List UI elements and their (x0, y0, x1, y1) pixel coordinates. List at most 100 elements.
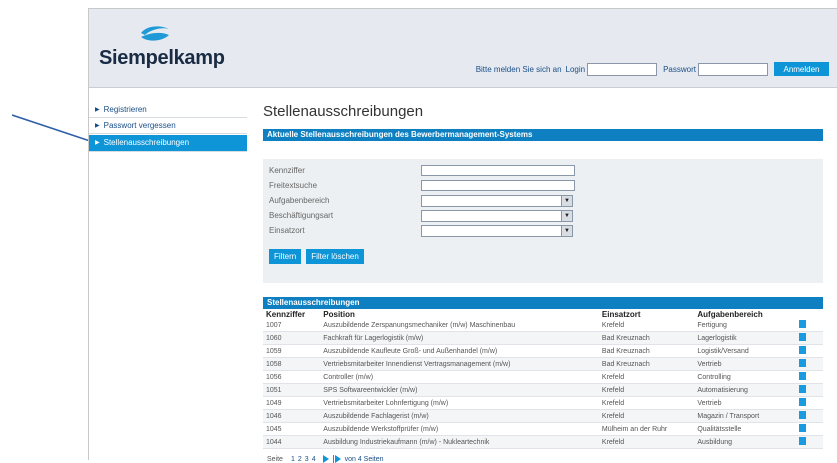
login-form: Bitte melden Sie sich an Login Passwort … (476, 61, 829, 77)
table-cell (795, 422, 823, 436)
table-cell: Controller (m/w) (320, 370, 599, 384)
page-link[interactable]: 1 (291, 456, 295, 463)
page-title: Stellenausschreibungen (263, 103, 424, 120)
table-cell: 1060 (263, 331, 321, 345)
table-cell (795, 319, 823, 332)
next-page-icon[interactable] (322, 455, 329, 463)
pagination: Seite 1 2 3 4 von 4 Seiten (263, 455, 823, 463)
table-cell: Krefeld (598, 409, 695, 423)
table-cell: Ausbildung (694, 435, 796, 449)
column-header[interactable]: Einsatzort (599, 309, 694, 319)
table-row[interactable]: 1049 Vertriebsmitarbeiter Lohnfertigung (… (263, 396, 823, 410)
document-icon[interactable] (798, 333, 806, 341)
results-table: Kennziffer Position Einsatzort Aufgabenb… (263, 309, 823, 449)
table-row[interactable]: 1007 Auszubildende Zerspanungsmechaniker … (263, 319, 823, 332)
table-row[interactable]: 1046 Auszubildende Fachlagerist (m/w) Kref… (263, 409, 823, 423)
clear-filter-button[interactable]: Filter löschen (306, 249, 364, 264)
column-header[interactable]: Aufgabenbereich (694, 309, 795, 319)
brand-name: Siempelkamp (99, 47, 225, 69)
table-cell (795, 357, 823, 371)
beschaeftigungsart-select[interactable]: ▼ (421, 209, 573, 222)
login-label: Login (565, 64, 586, 74)
filter-panel: Kennziffer Freitextsuche Aufgabenbereich… (263, 159, 823, 283)
table-cell: 1051 (263, 383, 321, 397)
chevron-down-icon[interactable]: ▼ (561, 225, 572, 236)
brand-logo[interactable]: Siempelkamp (99, 23, 225, 75)
table-cell (795, 396, 823, 410)
document-icon[interactable] (798, 437, 806, 445)
table-cell (795, 383, 823, 397)
document-icon[interactable] (798, 346, 806, 354)
password-input[interactable] (698, 62, 768, 76)
sidebar-item-passwort-vergessen[interactable]: ▶ Passwort vergessen (89, 119, 247, 134)
filter-button[interactable]: Filtern (269, 249, 302, 264)
sidebar-item-label: Stellenausschreibungen (103, 138, 190, 147)
table-row[interactable]: 1059 Auszubildende Kaufleute Groß- und Au… (263, 344, 823, 358)
table-row[interactable]: 1060 Fachkraft für Lagerlogistik (m/w) Bad… (263, 331, 823, 345)
filter-label: Aufgabenbereich (269, 196, 330, 205)
table-cell: 1058 (263, 357, 321, 371)
table-cell: Controlling (694, 370, 796, 384)
table-cell (795, 409, 823, 423)
table-cell (795, 435, 823, 449)
table-cell: Krefeld (598, 396, 695, 410)
table-cell: 1044 (263, 435, 321, 449)
login-prompt: Bitte melden Sie sich an (475, 64, 562, 74)
table-cell: Auszubildende Zerspanungsmechaniker (m/w… (320, 319, 599, 332)
column-header[interactable]: Kennziffer (263, 309, 320, 319)
table-row[interactable]: 1044 Ausbildung Industriekaufmann (m/w) -… (263, 435, 823, 449)
triangle-right-icon: ▶ (95, 123, 100, 129)
login-button[interactable]: Anmelden (774, 62, 829, 76)
sidebar-item-stellenausschreibungen[interactable]: ▶ Stellenausschreibungen (89, 135, 247, 152)
einsatzort-select[interactable]: ▼ (421, 224, 573, 237)
header: Siempelkamp Bitte melden Sie sich an Log… (89, 9, 837, 88)
filter-label: Einsatzort (269, 226, 305, 235)
column-header[interactable]: Position (320, 309, 599, 319)
document-icon[interactable] (798, 320, 806, 328)
table-cell: Krefeld (598, 383, 695, 397)
table-cell: Krefeld (598, 435, 695, 449)
table-cell: 1045 (263, 422, 321, 436)
table-row[interactable]: 1056 Controller (m/w) Krefeld Controlling (263, 370, 823, 384)
table-cell: Vertrieb (694, 357, 796, 371)
sidebar: ▶ Registrieren ▶ Passwort vergessen ▶ St… (89, 103, 247, 153)
table-cell: Mülheim an der Ruhr (598, 422, 695, 436)
chevron-down-icon[interactable]: ▼ (561, 210, 572, 221)
brand-logo-icon (141, 26, 169, 41)
document-icon[interactable] (798, 398, 806, 406)
freitext-input[interactable] (421, 180, 575, 191)
document-icon[interactable] (798, 411, 806, 419)
triangle-right-icon: ▶ (95, 107, 100, 113)
filter-label: Beschäftigungsart (269, 211, 334, 220)
filter-row-beschaeftigungsart: Beschäftigungsart ▼ (263, 208, 823, 223)
table-cell: SPS Softwareentwickler (m/w) (320, 383, 599, 397)
table-cell: Fachkraft für Lagerlogistik (m/w) (320, 331, 599, 345)
table-row[interactable]: 1051 SPS Softwareentwickler (m/w) Krefeld A… (263, 383, 823, 397)
aufgabenbereich-select[interactable]: ▼ (421, 194, 573, 207)
filter-row-aufgabenbereich: Aufgabenbereich ▼ (263, 193, 823, 208)
document-icon[interactable] (798, 359, 806, 367)
last-page-icon[interactable] (332, 455, 341, 463)
table-row[interactable]: 1058 Vertriebsmitarbeiter Innendienst Ver… (263, 357, 823, 371)
document-icon[interactable] (798, 424, 806, 432)
table-cell: 1059 (263, 344, 321, 358)
chevron-down-icon[interactable]: ▼ (561, 195, 572, 206)
login-input[interactable] (587, 62, 658, 76)
table-cell: 1056 (263, 370, 321, 384)
page-link[interactable]: 2 (298, 456, 302, 463)
sidebar-item-registrieren[interactable]: ▶ Registrieren (89, 103, 247, 118)
page-link[interactable]: 4 (312, 456, 316, 463)
main-content: Stellenausschreibungen Aktuelle Stellena… (263, 103, 823, 463)
sidebar-item-label: Registrieren (103, 105, 147, 114)
table-cell: Bad Kreuznach (598, 331, 695, 345)
document-icon[interactable] (798, 385, 806, 393)
triangle-right-icon: ▶ (95, 140, 100, 146)
table-cell: Auszubildende Kaufleute Groß- und Außenh… (320, 344, 599, 358)
table-header-row: Kennziffer Position Einsatzort Aufgabenb… (263, 309, 823, 319)
kennziffer-input[interactable] (421, 165, 575, 176)
document-icon[interactable] (798, 372, 806, 380)
filter-label: Freitextsuche (269, 181, 318, 190)
table-row[interactable]: 1045 Auszubildende Werkstoffprüfer (m/w) M… (263, 422, 823, 436)
page-link[interactable]: 3 (305, 456, 309, 463)
filter-row-freitext: Freitextsuche (263, 178, 823, 193)
